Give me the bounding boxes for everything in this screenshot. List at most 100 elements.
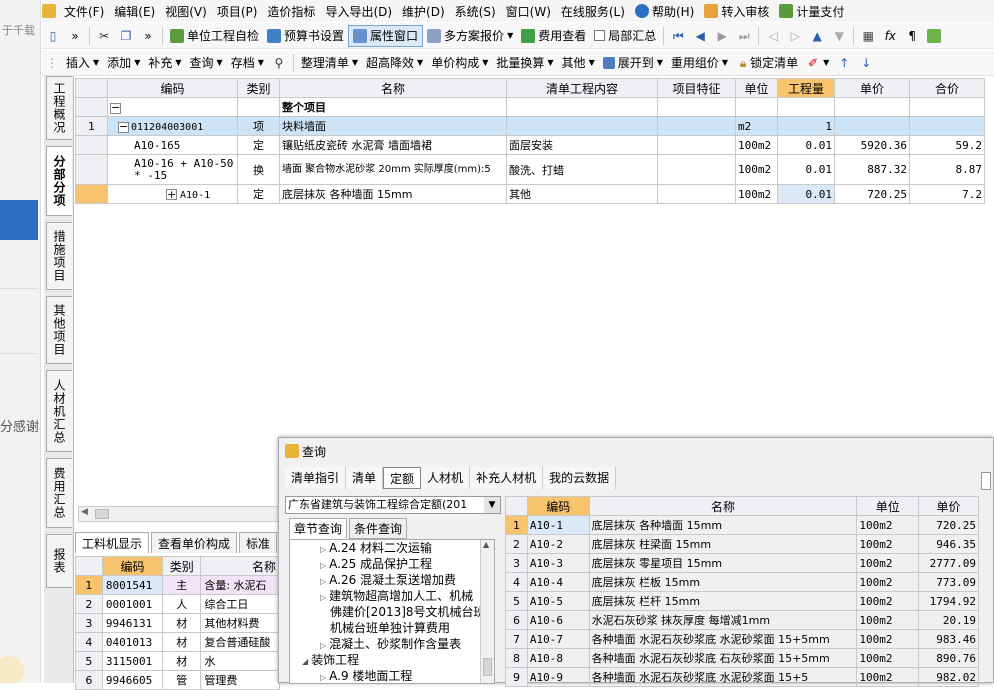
unit-cell[interactable]: 100m2 xyxy=(856,667,920,687)
tab-sub-items[interactable]: 分部分项 xyxy=(46,146,72,216)
window-edge-control[interactable] xyxy=(981,472,991,490)
collapse-icon[interactable]: − xyxy=(118,121,129,133)
quantity-cell[interactable]: 1 xyxy=(777,116,835,136)
unit-cell[interactable]: 100m2 xyxy=(856,515,920,535)
total-cell[interactable]: 59.2 xyxy=(909,135,985,155)
tree-node[interactable]: ▷ A.25 成品保护工程 xyxy=(290,556,494,572)
query-title-bar[interactable]: 查询 xyxy=(279,438,993,464)
tab-other-items[interactable]: 其他项目 xyxy=(46,296,72,364)
name-cell[interactable]: 块料墙面 xyxy=(279,116,507,136)
code-cell[interactable]: 0401013 xyxy=(101,632,164,652)
scroll-left-icon[interactable]: ◀ xyxy=(81,507,88,517)
code-cell[interactable]: 8001541 xyxy=(101,575,164,595)
tab-project-overview[interactable]: 工程概况 xyxy=(46,76,72,140)
name-cell[interactable]: 底层抹灰 柱梁面 15mm xyxy=(588,534,858,554)
content-cell[interactable]: 面层安装 xyxy=(506,135,658,155)
name-cell[interactable]: 底层抹灰 各种墙面 15mm xyxy=(279,184,507,204)
unit-price-cell[interactable]: 720.25 xyxy=(834,184,910,204)
table-row[interactable]: 1 8001541 主 含量: 水泥石 xyxy=(75,575,280,595)
budget-settings-button[interactable]: 预算书设置 xyxy=(263,25,348,47)
tab-labor-material[interactable]: 人材机 xyxy=(421,467,471,489)
chevron-down-icon[interactable]: ▼ xyxy=(484,497,500,513)
menu-file[interactable]: 文件(F) xyxy=(59,3,109,20)
name-cell[interactable]: 含量: 水泥石 xyxy=(200,575,280,595)
menu-measure-pay[interactable]: 计量支付 xyxy=(774,3,849,20)
unit-cell[interactable]: 100m2 xyxy=(856,534,920,554)
name-cell[interactable]: 水 xyxy=(200,651,280,671)
content-cell[interactable]: 酸洗、打蜡 xyxy=(506,154,658,185)
reuse-pricing-button[interactable]: 重用组价 ▼ xyxy=(667,52,732,74)
menu-view[interactable]: 视图(V) xyxy=(160,3,212,20)
code-cell[interactable]: A10-2 xyxy=(526,534,590,554)
menu-project[interactable]: 项目(P) xyxy=(212,3,263,20)
tab-list-guide[interactable]: 清单指引 xyxy=(285,467,347,489)
code-cell[interactable]: 9946605 xyxy=(101,670,164,690)
type-cell[interactable]: 材 xyxy=(162,632,202,652)
col-header-unit[interactable]: 单位 xyxy=(735,78,778,98)
col-header-unit-price[interactable]: 单价 xyxy=(834,78,910,98)
col-header-type[interactable]: 类别 xyxy=(237,78,280,98)
name-cell[interactable]: 底层抹灰 栏杆 15mm xyxy=(588,591,858,611)
table-row[interactable]: 6 9946605 管 管理费 xyxy=(75,670,280,690)
name-cell[interactable]: 底层抹灰 各种墙面 15mm xyxy=(588,515,858,535)
color-icon[interactable] xyxy=(923,25,948,47)
local-summary-checkbox[interactable]: 局部汇总 xyxy=(590,25,660,47)
supplement-button[interactable]: 补充 ▼ xyxy=(144,52,185,74)
col-header-unit-price[interactable]: 单价 xyxy=(918,496,979,516)
horizontal-scrollbar[interactable]: ◀ xyxy=(78,506,281,522)
calculator-icon[interactable]: ▦ xyxy=(857,25,879,47)
name-cell[interactable]: 综合工日 xyxy=(200,594,280,614)
total-cell[interactable]: 7.2 xyxy=(909,184,985,204)
scroll-thumb[interactable] xyxy=(483,658,492,676)
menu-audit[interactable]: 转入审核 xyxy=(699,3,774,20)
prev-icon[interactable]: ◀ xyxy=(689,25,711,47)
feature-cell[interactable] xyxy=(657,116,736,136)
tree-node[interactable]: ▷ A.26 混凝土泵送增加费 xyxy=(290,572,494,588)
table-row[interactable]: 5 A10-5 底层抹灰 栏杆 15mm 100m2 1794.92 xyxy=(505,591,979,611)
tab-unit-price-composition[interactable]: 查看单价构成 xyxy=(151,532,238,553)
height-reduction-button[interactable]: 超高降效 ▼ xyxy=(362,52,427,74)
tree-node[interactable]: ▷ 建筑物超高增加人工、机械 xyxy=(290,588,494,604)
unit-price-cell[interactable]: 20.19 xyxy=(918,610,979,630)
unit-cell[interactable]: 100m2 xyxy=(735,154,778,185)
unit-price-cell[interactable]: 720.25 xyxy=(918,515,979,535)
lock-list-button[interactable]: 🔒︎ 锁定清单 xyxy=(732,52,802,74)
name-cell[interactable]: 复合普通硅酸 xyxy=(200,632,280,652)
type-cell[interactable]: 管 xyxy=(162,670,202,690)
code-cell[interactable]: A10-6 xyxy=(526,610,590,630)
table-row[interactable]: 9 A10-9 各种墙面 水泥石灰砂浆底 水泥砂浆面 15+5 100m2 98… xyxy=(505,667,979,687)
tree-node[interactable]: 机械台班单独计算费用 xyxy=(290,620,494,636)
property-window-button[interactable]: 属性窗口 xyxy=(348,24,424,47)
table-row[interactable]: 4 0401013 材 复合普通硅酸 xyxy=(75,632,280,652)
multi-plan-quote-button[interactable]: 多方案报价 ▼ xyxy=(423,25,517,47)
unit-cell[interactable]: 100m2 xyxy=(735,135,778,155)
menu-maintain[interactable]: 维护(D) xyxy=(397,3,450,20)
col-header-code[interactable]: 编码 xyxy=(107,78,238,98)
unit-cell[interactable]: m2 xyxy=(735,116,778,136)
type-cell[interactable]: 主 xyxy=(162,575,202,595)
tab-measures[interactable]: 措施项目 xyxy=(46,222,72,290)
unit-cell[interactable]: 100m2 xyxy=(856,553,920,573)
unit-cell[interactable]: 100m2 xyxy=(856,572,920,592)
feature-cell[interactable] xyxy=(657,184,736,204)
unit-price-cell[interactable]: 887.32 xyxy=(834,154,910,185)
quantity-cell[interactable]: 0.01 xyxy=(777,184,835,204)
tree-scrollbar[interactable]: ▲ xyxy=(480,540,494,683)
table-row[interactable]: 6 A10-6 水泥石灰砂浆 抹灰厚度 每增减1mm 100m2 20.19 xyxy=(505,610,979,630)
quantity-cell[interactable]: 0.01 xyxy=(777,154,835,185)
unit-price-composition-button[interactable]: 单价构成 ▼ xyxy=(427,52,492,74)
tree-node[interactable]: 佛建价[2013]8号文机械台班 xyxy=(290,604,494,620)
type-cell[interactable]: 材 xyxy=(162,651,202,671)
col-header-total[interactable]: 合价 xyxy=(909,78,985,98)
code-cell[interactable]: A10-165 xyxy=(107,135,238,155)
code-cell[interactable]: A10-3 xyxy=(526,553,590,573)
name-cell[interactable]: 镶贴纸皮瓷砖 水泥膏 墙面墙裙 xyxy=(279,135,507,155)
table-row[interactable]: − 整个项目 xyxy=(75,97,985,117)
unit-price-cell[interactable]: 773.09 xyxy=(918,572,979,592)
expand-arrow-icon[interactable]: ▷ xyxy=(320,673,326,682)
add-button[interactable]: 添加 ▼ xyxy=(103,52,144,74)
code-cell[interactable]: 9946131 xyxy=(101,613,164,633)
more-chevron-icon[interactable]: » xyxy=(137,25,159,47)
tab-chapter-query[interactable]: 章节查询 xyxy=(289,518,348,539)
type-cell[interactable]: 定 xyxy=(237,135,280,155)
